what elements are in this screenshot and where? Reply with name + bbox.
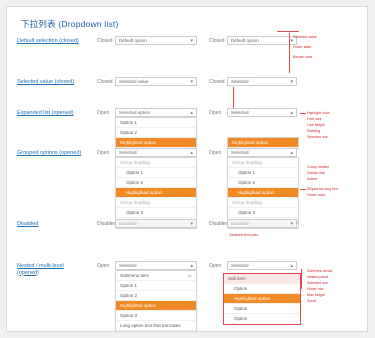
state-tag: Closed — [97, 38, 113, 44]
annotation-line — [301, 269, 302, 289]
chevron-up-icon: ▴ — [290, 263, 293, 269]
dropdown-list-nested: Sub item Option Highlighted option Optio… — [223, 273, 301, 325]
annotation: Font size — [307, 117, 322, 121]
chevron-up-icon: ▴ — [190, 110, 193, 116]
state-tag: Open — [97, 263, 110, 269]
dropdown-select[interactable]: Selected ▴ — [227, 108, 297, 117]
annotation: Submenu arrow — [307, 269, 333, 273]
group-heading: Group heading — [116, 158, 196, 168]
list-item[interactable]: Option 3 — [116, 208, 196, 218]
list-item[interactable]: Option 1 — [228, 168, 298, 178]
dropdown-select[interactable]: Default option ▾ — [115, 36, 197, 45]
page-title: 下拉列表 (Dropdown list) — [21, 19, 119, 29]
chevron-down-icon: ▾ — [190, 79, 193, 85]
state-tag: Closed — [209, 38, 225, 44]
annotation: Line height — [307, 123, 325, 127]
list-item[interactable]: Option 1 — [116, 281, 196, 291]
annotation: Selected row — [307, 281, 328, 285]
annotation: Max height — [307, 293, 325, 297]
group-heading: Group heading — [228, 158, 298, 168]
annotation: Border color — [293, 55, 313, 59]
chevron-up-icon: ▴ — [290, 110, 293, 116]
dropdown-select[interactable]: Selected ▴ — [115, 261, 197, 270]
dropdown-list: Submenu item ▷ Option 1 Option 2 Highligh… — [115, 270, 197, 332]
dropdown-select[interactable]: Selected ▴ — [227, 148, 297, 157]
annotation: Divider line — [307, 171, 325, 175]
chevron-right-icon: ▷ — [188, 273, 192, 278]
list-item[interactable]: Option 1 — [116, 118, 196, 128]
dropdown-select[interactable]: Selected ▴ — [227, 261, 297, 270]
chevron-up-icon: ▴ — [190, 263, 193, 269]
annotation: Ellipsis for long text — [307, 187, 338, 191]
list-item[interactable]: Option — [224, 284, 300, 294]
list-item-highlighted[interactable]: Highlighted option — [116, 138, 196, 148]
section-label-default[interactable]: Default selection (closed) — [17, 38, 79, 45]
list-item[interactable]: Option 2 — [228, 178, 298, 188]
state-tag: Open — [209, 110, 222, 116]
annotation-line — [289, 33, 290, 73]
list-item[interactable]: Long option text that truncates — [116, 321, 196, 331]
list-item-highlighted[interactable]: Highlighted option — [228, 188, 298, 198]
annotation: Padding — [307, 129, 321, 133]
list-item[interactable]: Option 3 — [228, 208, 298, 218]
state-tag: Disabled — [209, 221, 229, 227]
list-item[interactable]: Option — [224, 314, 300, 324]
dropdown-select[interactable]: Default option ▾ — [227, 36, 297, 45]
state-tag: Open — [97, 110, 110, 116]
list-item-highlighted[interactable]: Highlighted option — [116, 188, 196, 198]
section-label-selected[interactable]: Selected value (closed) — [17, 79, 74, 86]
annotation-line — [300, 113, 306, 114]
annotation: Highlight color — [307, 111, 330, 115]
list-item[interactable]: Sub item — [224, 274, 300, 284]
chevron-up-icon: ▴ — [190, 150, 193, 156]
annotation: Hover state — [293, 45, 312, 49]
state-tag: Open — [97, 150, 110, 156]
state-tag: Closed — [97, 79, 113, 85]
state-tag: Closed — [209, 79, 225, 85]
annotation: Selected row — [307, 135, 328, 139]
list-item[interactable]: Option — [224, 304, 300, 314]
list-item[interactable]: Option 1 — [116, 168, 196, 178]
chevron-down-icon: ▾ — [290, 221, 293, 227]
annotation: Hover row — [307, 287, 324, 291]
state-tag: Disabled — [97, 221, 117, 227]
list-item[interactable]: Option 2 — [116, 128, 196, 138]
section-label-grouped[interactable]: Grouped options (opened) — [17, 150, 81, 157]
dropdown-select-disabled: Disabled ▾ — [227, 219, 297, 228]
dropdown-list: Option 1 Option 2 Highlighted option — [115, 117, 197, 149]
annotation: Hover color — [307, 193, 326, 197]
group-heading: Group heading — [228, 198, 298, 208]
dropdown-select[interactable]: Selected ▴ — [115, 148, 197, 157]
state-tag: Open — [209, 150, 222, 156]
annotation: Selected value — [293, 35, 317, 39]
chevron-down-icon: ▾ — [190, 221, 193, 227]
annotation-line — [277, 31, 299, 32]
chevron-down-icon: ▾ — [290, 79, 293, 85]
group-heading: Group heading — [116, 198, 196, 208]
chevron-down-icon: ▾ — [190, 38, 193, 44]
annotation: Indent — [307, 177, 317, 181]
dropdown-select-disabled: Disabled ▾ — [115, 219, 197, 228]
section-label-expanded[interactable]: Expanded list (opened) — [17, 110, 74, 117]
list-item-highlighted[interactable]: Highlighted option — [116, 301, 196, 311]
submenu-item[interactable]: Submenu item ▷ — [116, 271, 196, 281]
list-item-highlighted[interactable]: Highlighted option — [224, 294, 300, 304]
section-label-nested[interactable]: Nested / multi-level (opened) — [17, 263, 85, 276]
list-item[interactable]: Option 3 — [116, 311, 196, 321]
list-item[interactable]: Option 2 — [116, 178, 196, 188]
chevron-up-icon: ▴ — [290, 150, 293, 156]
annotation: Group header — [307, 165, 330, 169]
list-item-highlighted[interactable]: Highlighted option — [228, 138, 298, 148]
list-item[interactable]: Option 2 — [116, 291, 196, 301]
section-label-disabled[interactable]: Disabled — [17, 221, 38, 228]
annotation: Disabled text color — [229, 233, 259, 237]
annotation: Scroll — [307, 299, 316, 303]
annotation: Nested panel — [307, 275, 329, 279]
annotation-line — [300, 189, 306, 190]
dropdown-select[interactable]: Selected option ▴ — [115, 108, 197, 117]
state-tag: Open — [209, 263, 222, 269]
dropdown-select[interactable]: Selected value ▾ — [115, 77, 197, 86]
dropdown-select[interactable]: Selected ▾ — [227, 77, 297, 86]
spec-sheet: 下拉列表 (Dropdown list) Default selection (… — [6, 6, 368, 332]
